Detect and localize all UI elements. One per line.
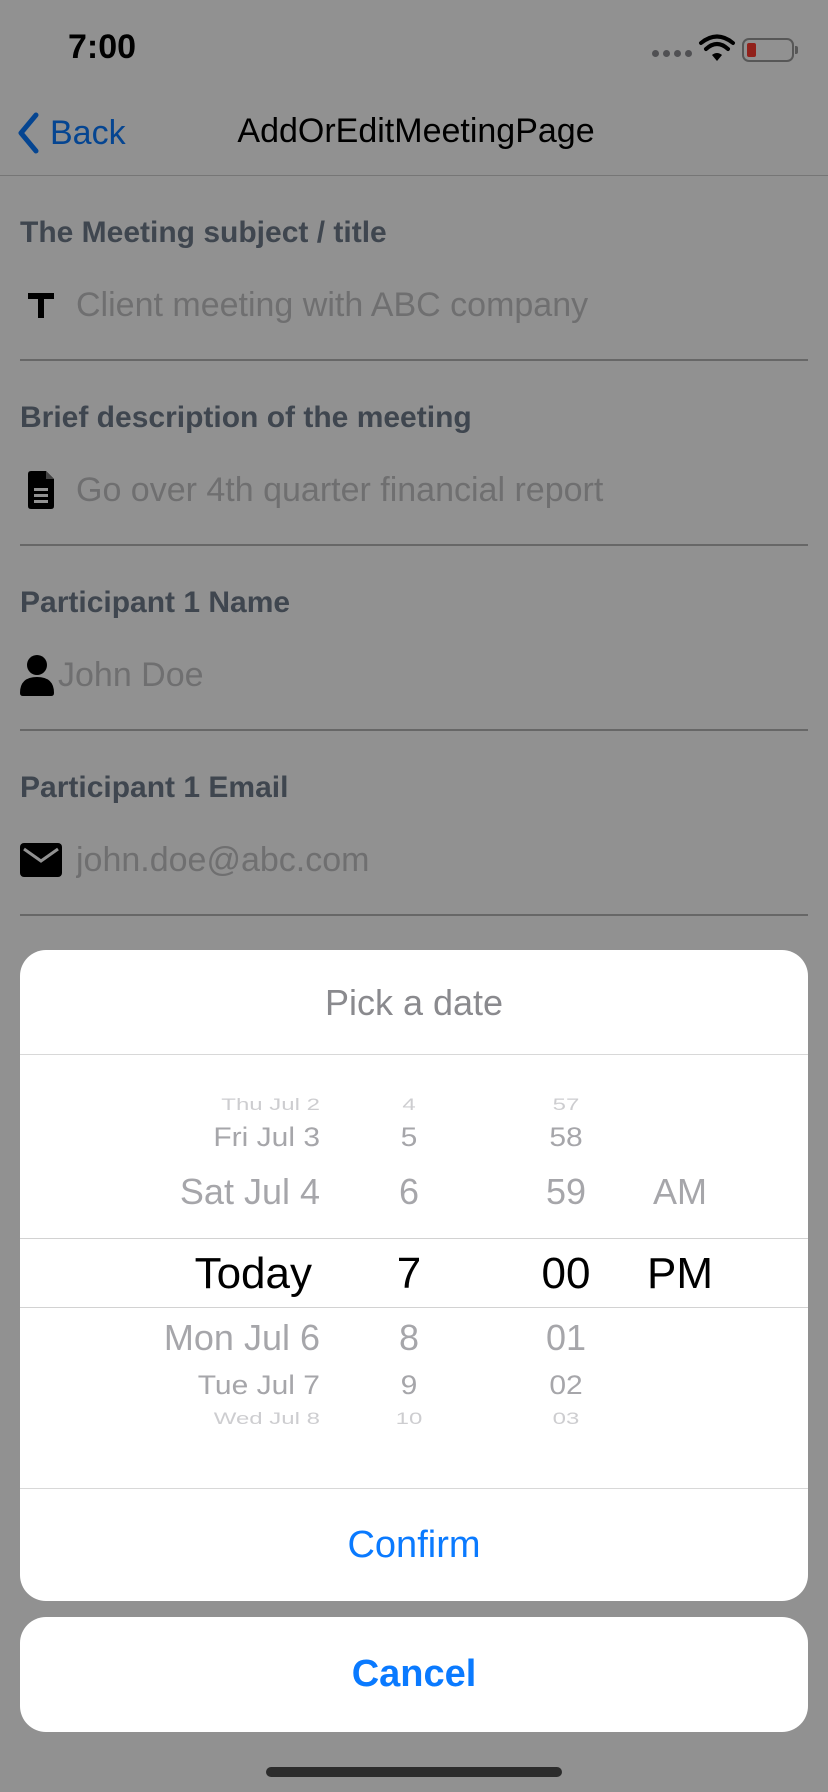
hour-option[interactable]: 10 (364, 1409, 454, 1429)
confirm-button[interactable]: Confirm (20, 1488, 808, 1601)
ampm-option[interactable]: AM (620, 1171, 740, 1213)
minute-option[interactable]: 58 (516, 1123, 616, 1153)
hour-option-selected[interactable]: 7 (364, 1249, 454, 1299)
minute-option[interactable]: 59 (516, 1171, 616, 1213)
minute-option[interactable]: 02 (516, 1371, 616, 1401)
date-option-selected[interactable]: Today (195, 1249, 312, 1299)
hour-option[interactable]: 5 (364, 1123, 454, 1153)
date-option[interactable]: Tue Jul 7 (198, 1371, 320, 1401)
hour-option[interactable]: 4 (364, 1095, 454, 1115)
date-time-wheel[interactable]: Thu Jul 2 Fri Jul 3 Sat Jul 4 Today Mon … (20, 1055, 808, 1438)
minute-option[interactable]: 57 (516, 1095, 616, 1115)
date-picker-sheet: Pick a date Thu Jul 2 Fri Jul 3 Sat Jul … (20, 950, 808, 1601)
date-option[interactable]: Sat Jul 4 (180, 1171, 320, 1213)
minute-column[interactable]: 57 58 59 00 01 02 03 (516, 1055, 616, 1438)
minute-option-selected[interactable]: 00 (516, 1249, 616, 1299)
minute-option[interactable]: 03 (516, 1409, 616, 1429)
minute-option[interactable]: 01 (516, 1317, 616, 1359)
hour-option[interactable]: 8 (364, 1317, 454, 1359)
cancel-button[interactable]: Cancel (20, 1617, 808, 1732)
home-indicator (266, 1767, 562, 1777)
date-option[interactable]: Thu Jul 2 (221, 1095, 320, 1115)
hour-column[interactable]: 4 5 6 7 8 9 10 (364, 1055, 454, 1438)
ampm-column[interactable]: AM PM (620, 1055, 740, 1438)
ampm-option-selected[interactable]: PM (620, 1249, 740, 1299)
date-option[interactable]: Fri Jul 3 (213, 1123, 320, 1153)
hour-option[interactable]: 9 (364, 1371, 454, 1401)
picker-title: Pick a date (20, 950, 808, 1055)
date-option[interactable]: Wed Jul 8 (214, 1409, 320, 1429)
date-option[interactable]: Mon Jul 6 (164, 1317, 320, 1359)
hour-option[interactable]: 6 (364, 1171, 454, 1213)
